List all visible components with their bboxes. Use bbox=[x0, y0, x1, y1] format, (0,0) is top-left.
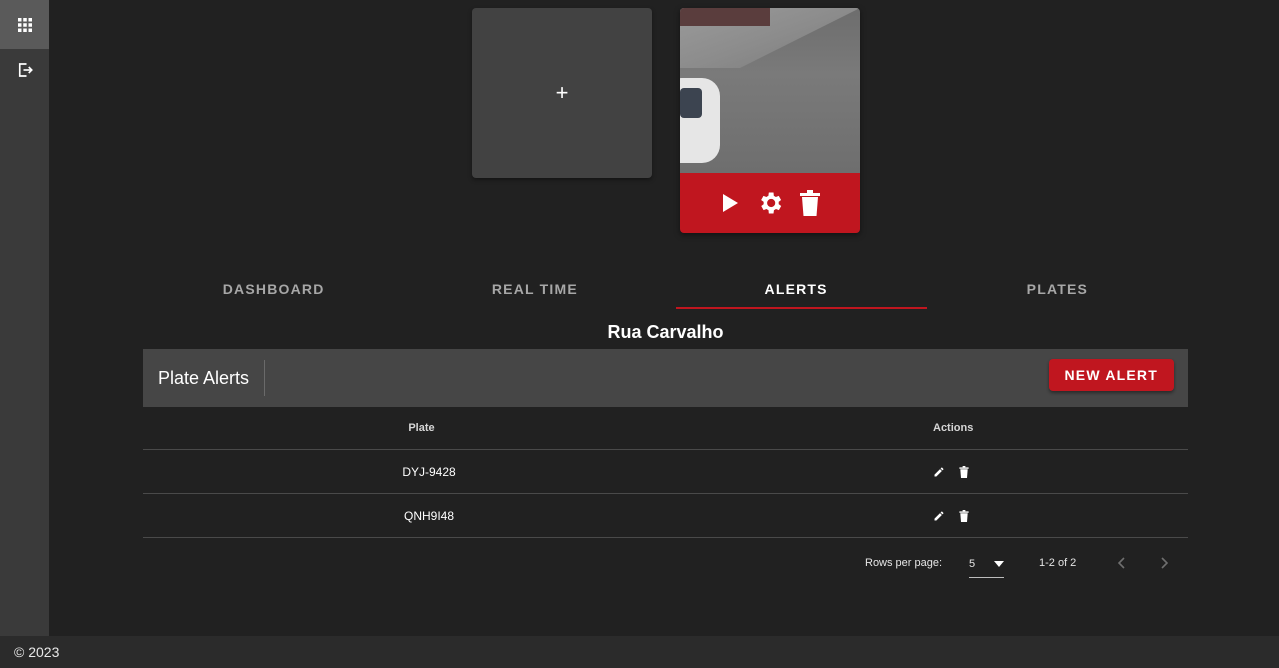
pencil-icon bbox=[934, 510, 944, 520]
previous-page-button[interactable] bbox=[1111, 553, 1131, 573]
alerts-toolbar: Plate Alerts NEW ALERT bbox=[143, 349, 1188, 407]
delete-button[interactable] bbox=[958, 509, 970, 522]
table-header: Plate Actions bbox=[143, 407, 1188, 450]
page-title: Rua Carvalho bbox=[607, 322, 724, 342]
copyright-text: © 2023 bbox=[14, 644, 60, 660]
play-button[interactable] bbox=[716, 189, 744, 217]
plate-cell: DYJ-9428 bbox=[402, 464, 456, 479]
plate-cell: QNH9I48 bbox=[403, 508, 455, 523]
sidebar-item-apps[interactable] bbox=[0, 0, 49, 49]
pencil-icon bbox=[934, 466, 944, 476]
alerts-table: Plate Actions DYJ-9428 QNH9I48 bbox=[143, 407, 1188, 538]
camera-settings-button[interactable] bbox=[756, 189, 784, 217]
sidebar bbox=[0, 0, 49, 636]
camera-actions bbox=[680, 173, 860, 233]
column-header-plate[interactable]: Plate bbox=[143, 422, 700, 434]
table-title: Plate Alerts bbox=[143, 360, 266, 396]
caret-down-icon bbox=[994, 560, 1004, 567]
tab-alerts[interactable]: ALERTS bbox=[666, 268, 928, 310]
column-header-actions: Actions bbox=[933, 422, 974, 434]
play-icon bbox=[723, 194, 738, 212]
delete-button[interactable] bbox=[958, 465, 970, 478]
trash-icon bbox=[959, 465, 969, 478]
add-camera-card[interactable]: + bbox=[472, 8, 652, 178]
edit-button[interactable] bbox=[933, 510, 945, 522]
table-row: DYJ-9428 bbox=[143, 450, 1188, 494]
chevron-left-icon bbox=[1117, 557, 1125, 569]
delete-camera-button[interactable] bbox=[796, 189, 824, 217]
new-alert-button[interactable]: NEW ALERT bbox=[1048, 359, 1174, 391]
chevron-right-icon bbox=[1161, 557, 1169, 569]
edit-button[interactable] bbox=[933, 466, 945, 478]
row-actions bbox=[715, 509, 1188, 522]
rows-per-page-select[interactable]: 5 bbox=[969, 550, 1004, 578]
rows-per-page-value: 5 bbox=[969, 557, 976, 570]
rows-per-page-label: Rows per page: bbox=[865, 557, 943, 569]
pagination: Rows per page: 5 1-2 of 2 bbox=[143, 545, 1188, 581]
sidebar-item-logout[interactable] bbox=[0, 49, 49, 91]
table-row: QNH9I48 bbox=[143, 494, 1188, 538]
gear-icon bbox=[761, 192, 782, 214]
pagination-range: 1-2 of 2 bbox=[1039, 557, 1077, 569]
next-page-button[interactable] bbox=[1155, 553, 1175, 573]
row-actions bbox=[715, 465, 1188, 478]
camera-card bbox=[680, 8, 860, 233]
section-tabs: DASHBOARD REAL TIME ALERTS PLATES bbox=[143, 268, 1188, 310]
tab-plates[interactable]: PLATES bbox=[927, 268, 1188, 310]
trash-icon bbox=[959, 509, 969, 522]
add-camera-label: + bbox=[555, 80, 569, 105]
camera-thumbnail[interactable] bbox=[680, 8, 860, 173]
apps-grid-icon bbox=[17, 17, 32, 32]
tab-dashboard[interactable]: DASHBOARD bbox=[143, 268, 404, 310]
tab-real-time[interactable]: REAL TIME bbox=[404, 268, 665, 310]
trash-icon bbox=[800, 190, 820, 216]
footer: © 2023 bbox=[0, 636, 1279, 668]
logout-icon bbox=[18, 63, 33, 77]
